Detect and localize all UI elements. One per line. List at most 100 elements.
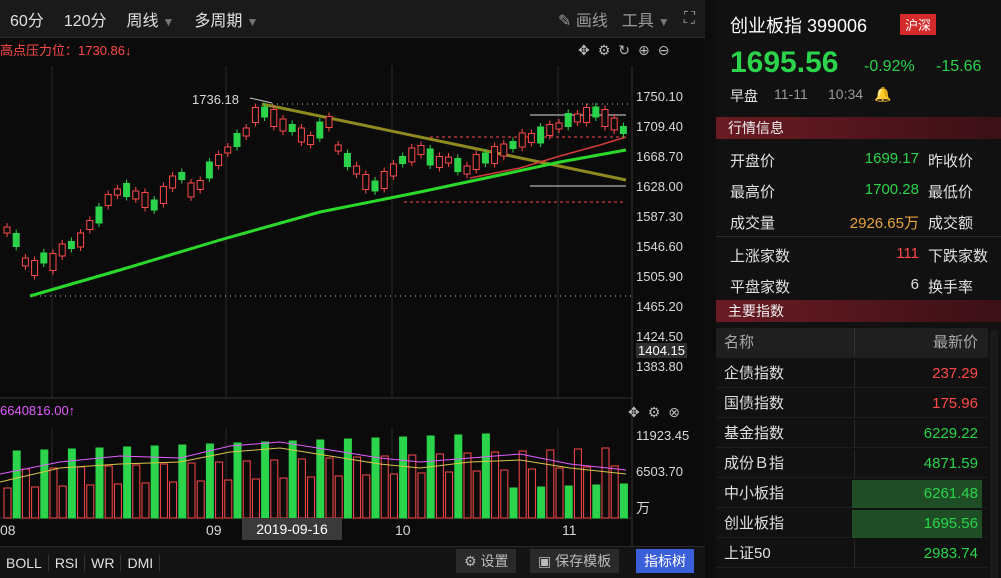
price-axis-label: 1383.80: [636, 359, 683, 374]
price-axis-label: 1465.20: [636, 299, 683, 314]
index-price: 6229.22: [923, 425, 978, 442]
quote-date: 11-11: [774, 86, 808, 102]
index-name: 企债指数: [724, 365, 785, 382]
period-week[interactable]: 周线 ▼: [117, 7, 185, 31]
price-axis-label: 1424.50: [636, 329, 683, 344]
gear-icon: ⚙: [464, 553, 477, 569]
period-120min[interactable]: 120分: [54, 7, 117, 31]
move-icon[interactable]: ✥: [578, 42, 590, 59]
session-label: 早盘: [730, 88, 758, 104]
indicator-tree-button[interactable]: 指标树: [636, 549, 694, 573]
period-week-label: 周线: [126, 12, 159, 30]
period-toolbar: 60分 120分 周线 ▼ 多周期 ▼ ✎ 画线 工具 ▼ ⛶: [0, 0, 705, 38]
indicator-wr[interactable]: WR: [85, 554, 122, 571]
index-name: 中小板指: [724, 485, 785, 502]
index-price: 237.29: [932, 365, 978, 382]
peak-price-label: 1736.18: [192, 92, 239, 107]
index-row[interactable]: 国债指数 175.96: [716, 390, 988, 418]
col-name: 名称: [724, 334, 755, 351]
move-icon[interactable]: ✥: [628, 404, 640, 421]
save-icon: ▣: [538, 553, 552, 569]
period-60min[interactable]: 60分: [0, 7, 54, 31]
price-axis-label: 1668.70: [636, 149, 683, 164]
index-price: 2983.74: [923, 545, 978, 562]
indicator-rsi[interactable]: RSI: [49, 554, 86, 571]
down-count-label: 下跌家数: [928, 248, 989, 265]
gear-icon[interactable]: ⚙: [648, 404, 661, 421]
open-label: 开盘价: [730, 153, 776, 170]
change-value: -15.66: [936, 58, 982, 75]
period-multi-label: 多周期: [194, 12, 243, 30]
flat-count-value: 6: [910, 276, 919, 293]
remove-icon[interactable]: ⊖: [658, 42, 670, 59]
chevron-down-icon: ▼: [246, 14, 259, 29]
tools-label: 工具: [621, 13, 654, 30]
flat-count-label: 平盘家数: [730, 279, 791, 296]
index-row[interactable]: 中小板指 6261.48: [716, 480, 988, 508]
open-value: 1699.17: [864, 150, 919, 167]
section-quote-info: 行情信息: [716, 117, 1001, 139]
price-axis-label: 1587.30: [636, 209, 683, 224]
prev-close-label: 昨收价: [928, 153, 974, 170]
pencil-icon: ✎: [558, 13, 572, 30]
price-axis-label: 1628.00: [636, 179, 683, 194]
pressure-level: 高点压力位：1730.86↓: [0, 43, 132, 58]
indicator-dmi[interactable]: DMI: [121, 554, 161, 571]
quote-time: 10:34: [828, 86, 864, 102]
index-price: 175.96: [932, 395, 978, 412]
refresh-icon[interactable]: ↻: [618, 42, 630, 59]
period-multi[interactable]: 多周期 ▼: [184, 7, 268, 31]
up-count-value: 111: [896, 245, 919, 262]
scrollbar[interactable]: [990, 330, 998, 578]
volume-max-label: 6640816.00↑: [0, 403, 76, 418]
chevron-down-icon: ▼: [657, 15, 670, 29]
fullscreen-icon[interactable]: ⛶: [684, 10, 695, 28]
index-price: 4871.59: [923, 455, 978, 472]
add-icon[interactable]: ⊕: [638, 42, 650, 59]
volume-value: 2926.65万: [849, 215, 919, 232]
indicator-boll[interactable]: BOLL: [0, 554, 49, 571]
change-percent: -0.92%: [864, 58, 915, 75]
settings-button[interactable]: ⚙ 设置: [456, 549, 517, 573]
volume-axis-mid: 6503.70: [636, 464, 683, 479]
price-axis-label: 1546.60: [636, 239, 683, 254]
index-name: 成份Ｂ指: [724, 455, 785, 472]
gear-icon[interactable]: ⚙: [598, 42, 611, 59]
index-row[interactable]: 上证50 2983.74: [716, 540, 988, 568]
x-tick-11: 11: [562, 522, 577, 538]
index-row[interactable]: 企债指数 237.29: [716, 360, 988, 388]
tools-button[interactable]: 工具 ▼: [622, 7, 670, 31]
settings-label: 设置: [480, 553, 509, 569]
section-main-index: 主要指数: [716, 300, 1001, 322]
chart-area[interactable]: 60分 120分 周线 ▼ 多周期 ▼ ✎ 画线 工具 ▼ ⛶ 高点压力位：1730.…: [0, 0, 705, 578]
kline-panel-icons: ✥ ⚙ ↻ ⊕ ⊖: [578, 42, 670, 59]
index-name: 国债指数: [724, 395, 785, 412]
turnover-label: 换手率: [928, 279, 974, 296]
price-axis-label: 1709.40: [636, 119, 683, 134]
index-name: 基金指数: [724, 425, 785, 442]
index-row[interactable]: 创业板指 1695.56: [716, 510, 988, 538]
index-row[interactable]: 成份Ｂ指 4871.59: [716, 450, 988, 478]
volume-axis-top: 11923.45: [636, 428, 690, 443]
kline-chart[interactable]: [0, 0, 705, 578]
volume-unit: 万: [636, 500, 650, 516]
index-price: 1695.56: [852, 510, 982, 538]
exchange-badge: 沪深: [900, 14, 937, 35]
last-price: 1695.56: [730, 46, 839, 79]
volume-panel-icons: ✥ ⚙ ⊗: [628, 404, 680, 421]
save-template-label: 保存模板: [555, 553, 612, 569]
high-value: 1700.28: [864, 181, 919, 198]
bell-icon[interactable]: 🔔: [874, 86, 891, 103]
draw-line-button[interactable]: ✎ 画线: [558, 7, 608, 31]
chevron-down-icon: ▼: [162, 14, 175, 29]
volume-label: 成交量: [730, 215, 776, 232]
index-table-header: 名称 最新价: [716, 328, 988, 358]
index-name: 创业板指: [724, 515, 785, 532]
index-row[interactable]: 基金指数 6229.22: [716, 420, 988, 448]
price-axis-label: 1404.15: [636, 343, 687, 358]
close-icon[interactable]: ⊗: [668, 404, 680, 421]
price-axis-label: 1505.90: [636, 269, 683, 284]
crosshair-date: 2019-09-16: [242, 518, 342, 540]
index-name: 上证50: [724, 545, 771, 562]
save-template-button[interactable]: ▣ 保存模板: [530, 549, 620, 573]
